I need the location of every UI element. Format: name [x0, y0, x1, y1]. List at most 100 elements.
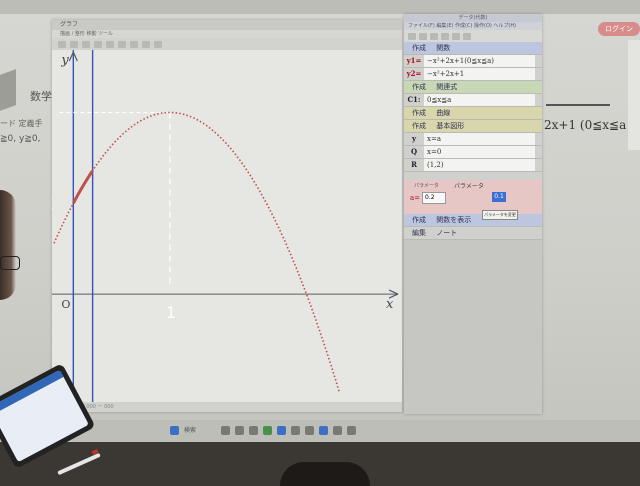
line-tool-icon[interactable]	[94, 41, 102, 48]
audience-heads	[280, 462, 370, 486]
shape-action[interactable]: 基本図形	[436, 120, 464, 132]
function-value[interactable]: −x²+2x+1(0≦x≦a)	[424, 55, 535, 67]
function-row[interactable]: y1=−x²+2x+1(0≦x≦a)	[404, 55, 542, 68]
create-action[interactable]: 作成	[412, 120, 426, 132]
create-action[interactable]: 作成	[412, 81, 426, 93]
point-value[interactable]: (1,2)	[424, 159, 535, 171]
move-tool-icon[interactable]	[142, 41, 150, 48]
parameter-step-input[interactable]: 0.1	[492, 192, 506, 202]
curve-action[interactable]: 曲線	[436, 107, 450, 119]
undo-icon[interactable]	[452, 33, 460, 40]
parameter-panel: パラメータ パラメータ a= 0.2 0.1	[404, 180, 542, 214]
new-file-icon[interactable]	[408, 33, 416, 40]
os-taskbar: 検索	[0, 420, 640, 442]
relation-action[interactable]: 関連式	[436, 81, 457, 93]
point-row[interactable]: Qx=0	[404, 146, 542, 159]
start-menu-icon[interactable]	[170, 426, 179, 435]
parameter-panel-label: パラメータ	[414, 182, 439, 189]
graph-plot[interactable]: y x O 2 1 1	[52, 50, 402, 402]
x-axis-label: x	[386, 297, 394, 312]
graph-window-title: グラフ	[52, 20, 402, 30]
browser-top-bar	[0, 0, 640, 14]
side-toolbar[interactable]	[628, 40, 640, 150]
print-icon[interactable]	[441, 33, 449, 40]
mail-icon[interactable]	[305, 426, 314, 435]
create-action[interactable]: 作成	[412, 107, 426, 119]
edge-icon[interactable]	[277, 426, 286, 435]
parameter-header: パラメータ	[454, 181, 484, 190]
parameter-value-input[interactable]: 0.2	[422, 192, 446, 204]
point-tool-icon[interactable]	[82, 41, 90, 48]
browser-icon[interactable]	[263, 426, 272, 435]
graph-window-menu[interactable]: 描画 / 整形 移動 ツール	[52, 30, 402, 38]
algebra-toolbar	[404, 30, 542, 42]
app-icon[interactable]	[319, 426, 328, 435]
point-row[interactable]: R(1,2)	[404, 159, 542, 172]
status-bar: 000 / 000 ー 000	[52, 402, 402, 412]
point-value[interactable]: x=0	[424, 146, 535, 158]
taskbar-search[interactable]: 検索	[184, 426, 196, 435]
y-axis-label: y	[60, 53, 69, 68]
angle-tool-icon[interactable]	[106, 41, 114, 48]
app-icon[interactable]	[333, 426, 342, 435]
create-action[interactable]: 作成	[412, 42, 426, 54]
function-action[interactable]: 関数	[436, 42, 450, 54]
settings-tool-icon[interactable]	[154, 41, 162, 48]
point-key: y	[404, 133, 424, 145]
book-icon	[0, 69, 16, 111]
algebra-menu-bar[interactable]: ファイル(F) 編集(E) 作成(C) 操作(O) ヘルプ(H)	[404, 22, 542, 30]
zoom-tool-icon[interactable]	[130, 41, 138, 48]
note-row[interactable]: 編集 ノート	[404, 227, 542, 240]
pen-icon	[57, 453, 101, 475]
background-heading: 数学	[30, 88, 52, 104]
parameter-tooltip: パラメータを変更	[482, 210, 518, 220]
display-action[interactable]: 関数を表示	[436, 214, 471, 226]
save-icon[interactable]	[430, 33, 438, 40]
grid-tool-icon[interactable]	[70, 41, 78, 48]
projected-screen: 数学 ード 定義手 ≧0, y≧0, 2x+1 (0≦x≦a ログイン グラフ …	[0, 0, 640, 440]
point-row[interactable]: yx=a	[404, 133, 542, 146]
algebra-window-title: データ(代数)	[404, 14, 542, 22]
login-button[interactable]: ログイン	[598, 22, 640, 36]
function-key: y1=	[404, 55, 424, 67]
section-curve-header[interactable]: 作成 曲線	[404, 107, 542, 120]
create-action[interactable]: 作成	[412, 214, 426, 226]
background-row: ≧0, y≧0,	[0, 134, 40, 144]
graph-toolbar	[52, 38, 402, 50]
relation-row[interactable]: C1:0≦x≦a	[404, 94, 542, 107]
function-key: y2=	[404, 68, 424, 80]
background-formula: 2x+1 (0≦x≦a	[544, 118, 626, 132]
store-icon[interactable]	[291, 426, 300, 435]
redo-icon[interactable]	[463, 33, 471, 40]
section-relation-header[interactable]: 作成 関連式	[404, 81, 542, 94]
section-functions-header[interactable]: 作成 関数	[404, 42, 542, 55]
widgets-icon[interactable]	[235, 426, 244, 435]
origin-label: O	[61, 298, 70, 311]
algebra-empty-area	[404, 240, 542, 414]
relation-value[interactable]: 0≦x≦a	[424, 94, 535, 106]
open-file-icon[interactable]	[419, 33, 427, 40]
parameter-variable: a=	[410, 194, 420, 202]
point-value[interactable]: x=a	[424, 133, 535, 145]
pointer-tool-icon[interactable]	[58, 41, 66, 48]
app-icon[interactable]	[347, 426, 356, 435]
background-divider	[546, 104, 610, 106]
algebra-window: データ(代数) ファイル(F) 編集(E) 作成(C) 操作(O) ヘルプ(H)…	[404, 14, 542, 414]
edit-action[interactable]: 編集	[412, 227, 426, 239]
section-display-header[interactable]: 作成 関数を表示	[404, 214, 542, 227]
handwritten-one-x: 1	[166, 303, 176, 322]
person-silhouette	[0, 190, 16, 300]
function-row[interactable]: y2=−x²+2x+1	[404, 68, 542, 81]
task-view-icon[interactable]	[221, 426, 230, 435]
file-explorer-icon[interactable]	[249, 426, 258, 435]
section-shape-header[interactable]: 作成 基本図形	[404, 120, 542, 133]
relation-key: C1:	[404, 94, 424, 106]
glasses-icon	[0, 256, 20, 270]
point-key: Q	[404, 146, 424, 158]
background-row: ード 定義手	[0, 118, 43, 129]
note-action[interactable]: ノート	[436, 227, 457, 239]
graph-window: グラフ 描画 / 整形 移動 ツール y x O 2 1 1 000 / 000…	[52, 20, 402, 412]
text-tool-icon[interactable]	[118, 41, 126, 48]
function-value[interactable]: −x²+2x+1	[424, 68, 535, 80]
point-key: R	[404, 159, 424, 171]
